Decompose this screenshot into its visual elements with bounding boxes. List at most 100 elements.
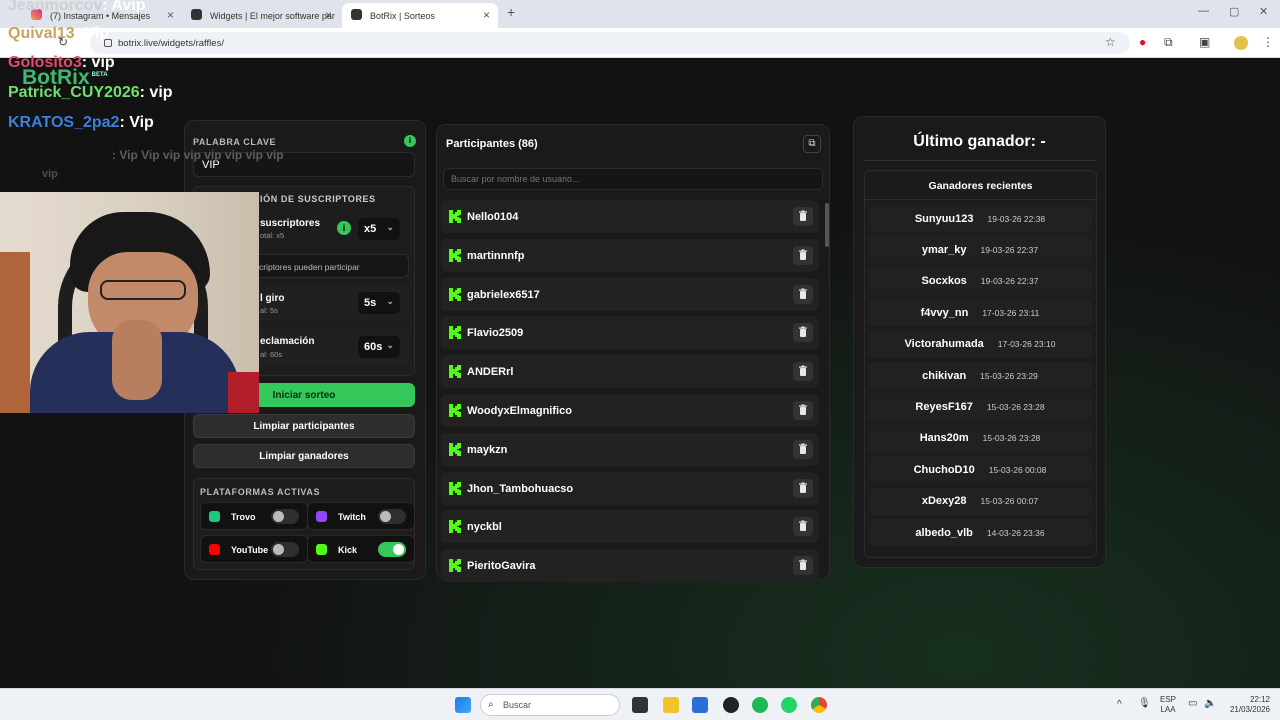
chrome-icon[interactable] (811, 697, 827, 713)
participant-row[interactable]: Nello0104 (441, 200, 819, 233)
subs-note: criptores pueden participar (252, 254, 409, 278)
spotify-icon[interactable] (752, 697, 768, 713)
minimize-icon[interactable]: — (1198, 5, 1209, 17)
overlay-chat-line: Jeanmorcov: Avip (8, 0, 146, 15)
subs-multiplier-select[interactable]: x5 ⌄ (358, 218, 400, 240)
clear-winners-button[interactable]: Limpiar ganadores (193, 444, 415, 468)
task-view-icon[interactable] (632, 697, 648, 713)
volume-icon[interactable]: 🔈 (1204, 698, 1216, 709)
spin-duration-value: 5s (364, 297, 377, 309)
botrix-icon (191, 9, 202, 20)
bookmark-star-icon[interactable]: ☆ (1105, 35, 1116, 49)
subs-info-icon[interactable]: i (337, 221, 351, 235)
toggle-knob (273, 511, 284, 522)
chat-username: Patrick_CUY2026 (8, 84, 140, 101)
kick-icon (449, 481, 461, 495)
participant-row[interactable]: nyckbl (441, 510, 819, 544)
kick-icon (449, 365, 461, 379)
profile-avatar[interactable] (1234, 36, 1248, 50)
winner-date: 17-03-26 23:11 (982, 307, 1040, 318)
claim-label: eclamación (260, 336, 315, 347)
app-icon[interactable] (723, 697, 739, 713)
winner-date: 17-03-26 23:10 (997, 339, 1056, 350)
spin-duration-select[interactable]: 5s ⌄ (358, 292, 400, 314)
winner-row: ymar_ky 19-03-26 22:37 (868, 236, 1092, 264)
start-raffle-label: Iniciar sorteo (272, 389, 336, 401)
platform-trovo: Trovo (200, 502, 308, 530)
window-close-icon[interactable]: ✕ (1259, 5, 1268, 18)
participant-search-input[interactable] (443, 168, 823, 190)
delete-icon[interactable] (793, 556, 813, 576)
media-icon[interactable]: ▣ (1199, 35, 1210, 49)
winner-date: 14-03-26 23:36 (986, 527, 1045, 538)
subs-total: otal: x5 (260, 231, 285, 240)
participant-row[interactable]: WoodyxElmagnifico (441, 394, 819, 427)
participant-name: maykzn (467, 443, 508, 456)
close-icon[interactable]: × (325, 8, 332, 22)
participant-row[interactable]: Jhon_Tambohuacso (441, 471, 819, 505)
subs-section-title: IÓN DE SUSCRIPTORES (260, 194, 376, 204)
delete-icon[interactable] (793, 362, 813, 382)
clock-time: 22:12 (1249, 695, 1270, 704)
participant-name: gabrielex6517 (467, 288, 540, 301)
clock[interactable]: 22:12 21/03/2026 (1222, 695, 1270, 715)
delete-icon[interactable] (793, 401, 813, 420)
kick-icon (449, 248, 461, 262)
delete-icon[interactable] (793, 284, 813, 304)
toggle-knob (380, 511, 391, 522)
delete-icon[interactable] (793, 245, 813, 265)
kick-icon (449, 210, 461, 223)
winner-row: xDexy28 15-03-26 00:07 (868, 487, 1092, 515)
twitch-toggle[interactable] (378, 509, 406, 524)
delete-icon[interactable] (793, 439, 813, 459)
network-icon[interactable]: ▭ (1188, 698, 1197, 709)
windows-start-icon[interactable] (455, 697, 471, 713)
store-icon[interactable] (692, 697, 708, 713)
last-winner-title: Último ganador: - (913, 133, 1046, 150)
menu-icon[interactable]: ⋮ (1262, 35, 1274, 49)
youtube-toggle[interactable] (271, 542, 299, 557)
trovo-toggle[interactable] (271, 509, 299, 524)
delete-icon[interactable] (793, 478, 813, 498)
winner-name: Sunyuu123 (914, 212, 974, 225)
new-tab-icon[interactable]: + (507, 4, 515, 20)
delete-icon[interactable] (793, 517, 813, 537)
extensions-icon[interactable]: ⧉ (1164, 35, 1173, 50)
participant-name: ANDERrl (467, 366, 514, 379)
whatsapp-icon[interactable] (781, 697, 797, 713)
delete-icon[interactable] (793, 207, 813, 226)
taskbar-search[interactable]: ⌕ Buscar (480, 694, 620, 716)
participant-row[interactable]: gabrielex6517 (441, 277, 819, 311)
tab-botrix-sorteos[interactable]: BotRix | Sorteos × (342, 3, 498, 28)
participant-row[interactable]: martinnnfp (441, 238, 819, 272)
webcam-overlay (0, 192, 259, 413)
participant-row[interactable]: PieritoGavira (441, 549, 819, 583)
door (0, 252, 30, 413)
winner-date: 19-03-26 22:37 (980, 244, 1039, 255)
microphone-icon[interactable]: 🎙 (1138, 698, 1151, 709)
delete-icon[interactable] (793, 323, 813, 343)
restore-icon[interactable]: ▢ (1229, 5, 1239, 18)
participant-row[interactable]: Flavio2509 (441, 316, 819, 350)
chevron-down-icon: ⌄ (386, 296, 394, 306)
close-icon[interactable]: × (483, 8, 490, 22)
copy-icon[interactable]: ⧉ (803, 135, 821, 153)
participant-name: PieritoGavira (467, 560, 536, 573)
language-indicator[interactable]: ESP LAA (1160, 695, 1176, 715)
url-field[interactable]: botrix.live/widgets/raffles/ (90, 32, 1130, 54)
opera-icon[interactable]: ● (1139, 35, 1146, 49)
close-icon[interactable]: × (167, 8, 174, 22)
winner-row: chikivan 15-03-26 23:29 (868, 362, 1092, 389)
file-explorer-icon[interactable] (663, 697, 679, 713)
clear-participants-button[interactable]: Limpiar participantes (193, 414, 415, 438)
kick-toggle[interactable] (378, 542, 406, 557)
participant-scrollbar[interactable] (825, 203, 829, 247)
platform-label: Twitch (338, 512, 366, 522)
claim-duration-select[interactable]: 60s ⌄ (358, 336, 400, 358)
info-icon[interactable]: i (404, 135, 416, 147)
platform-youtube: YouTube (200, 535, 308, 563)
participant-row[interactable]: ANDERrl (441, 355, 819, 389)
participant-row[interactable]: maykzn (441, 432, 819, 466)
tray-chevron-icon[interactable]: ^ (1117, 699, 1122, 710)
tab-widgets[interactable]: Widgets | El mejor software par × (182, 3, 340, 28)
